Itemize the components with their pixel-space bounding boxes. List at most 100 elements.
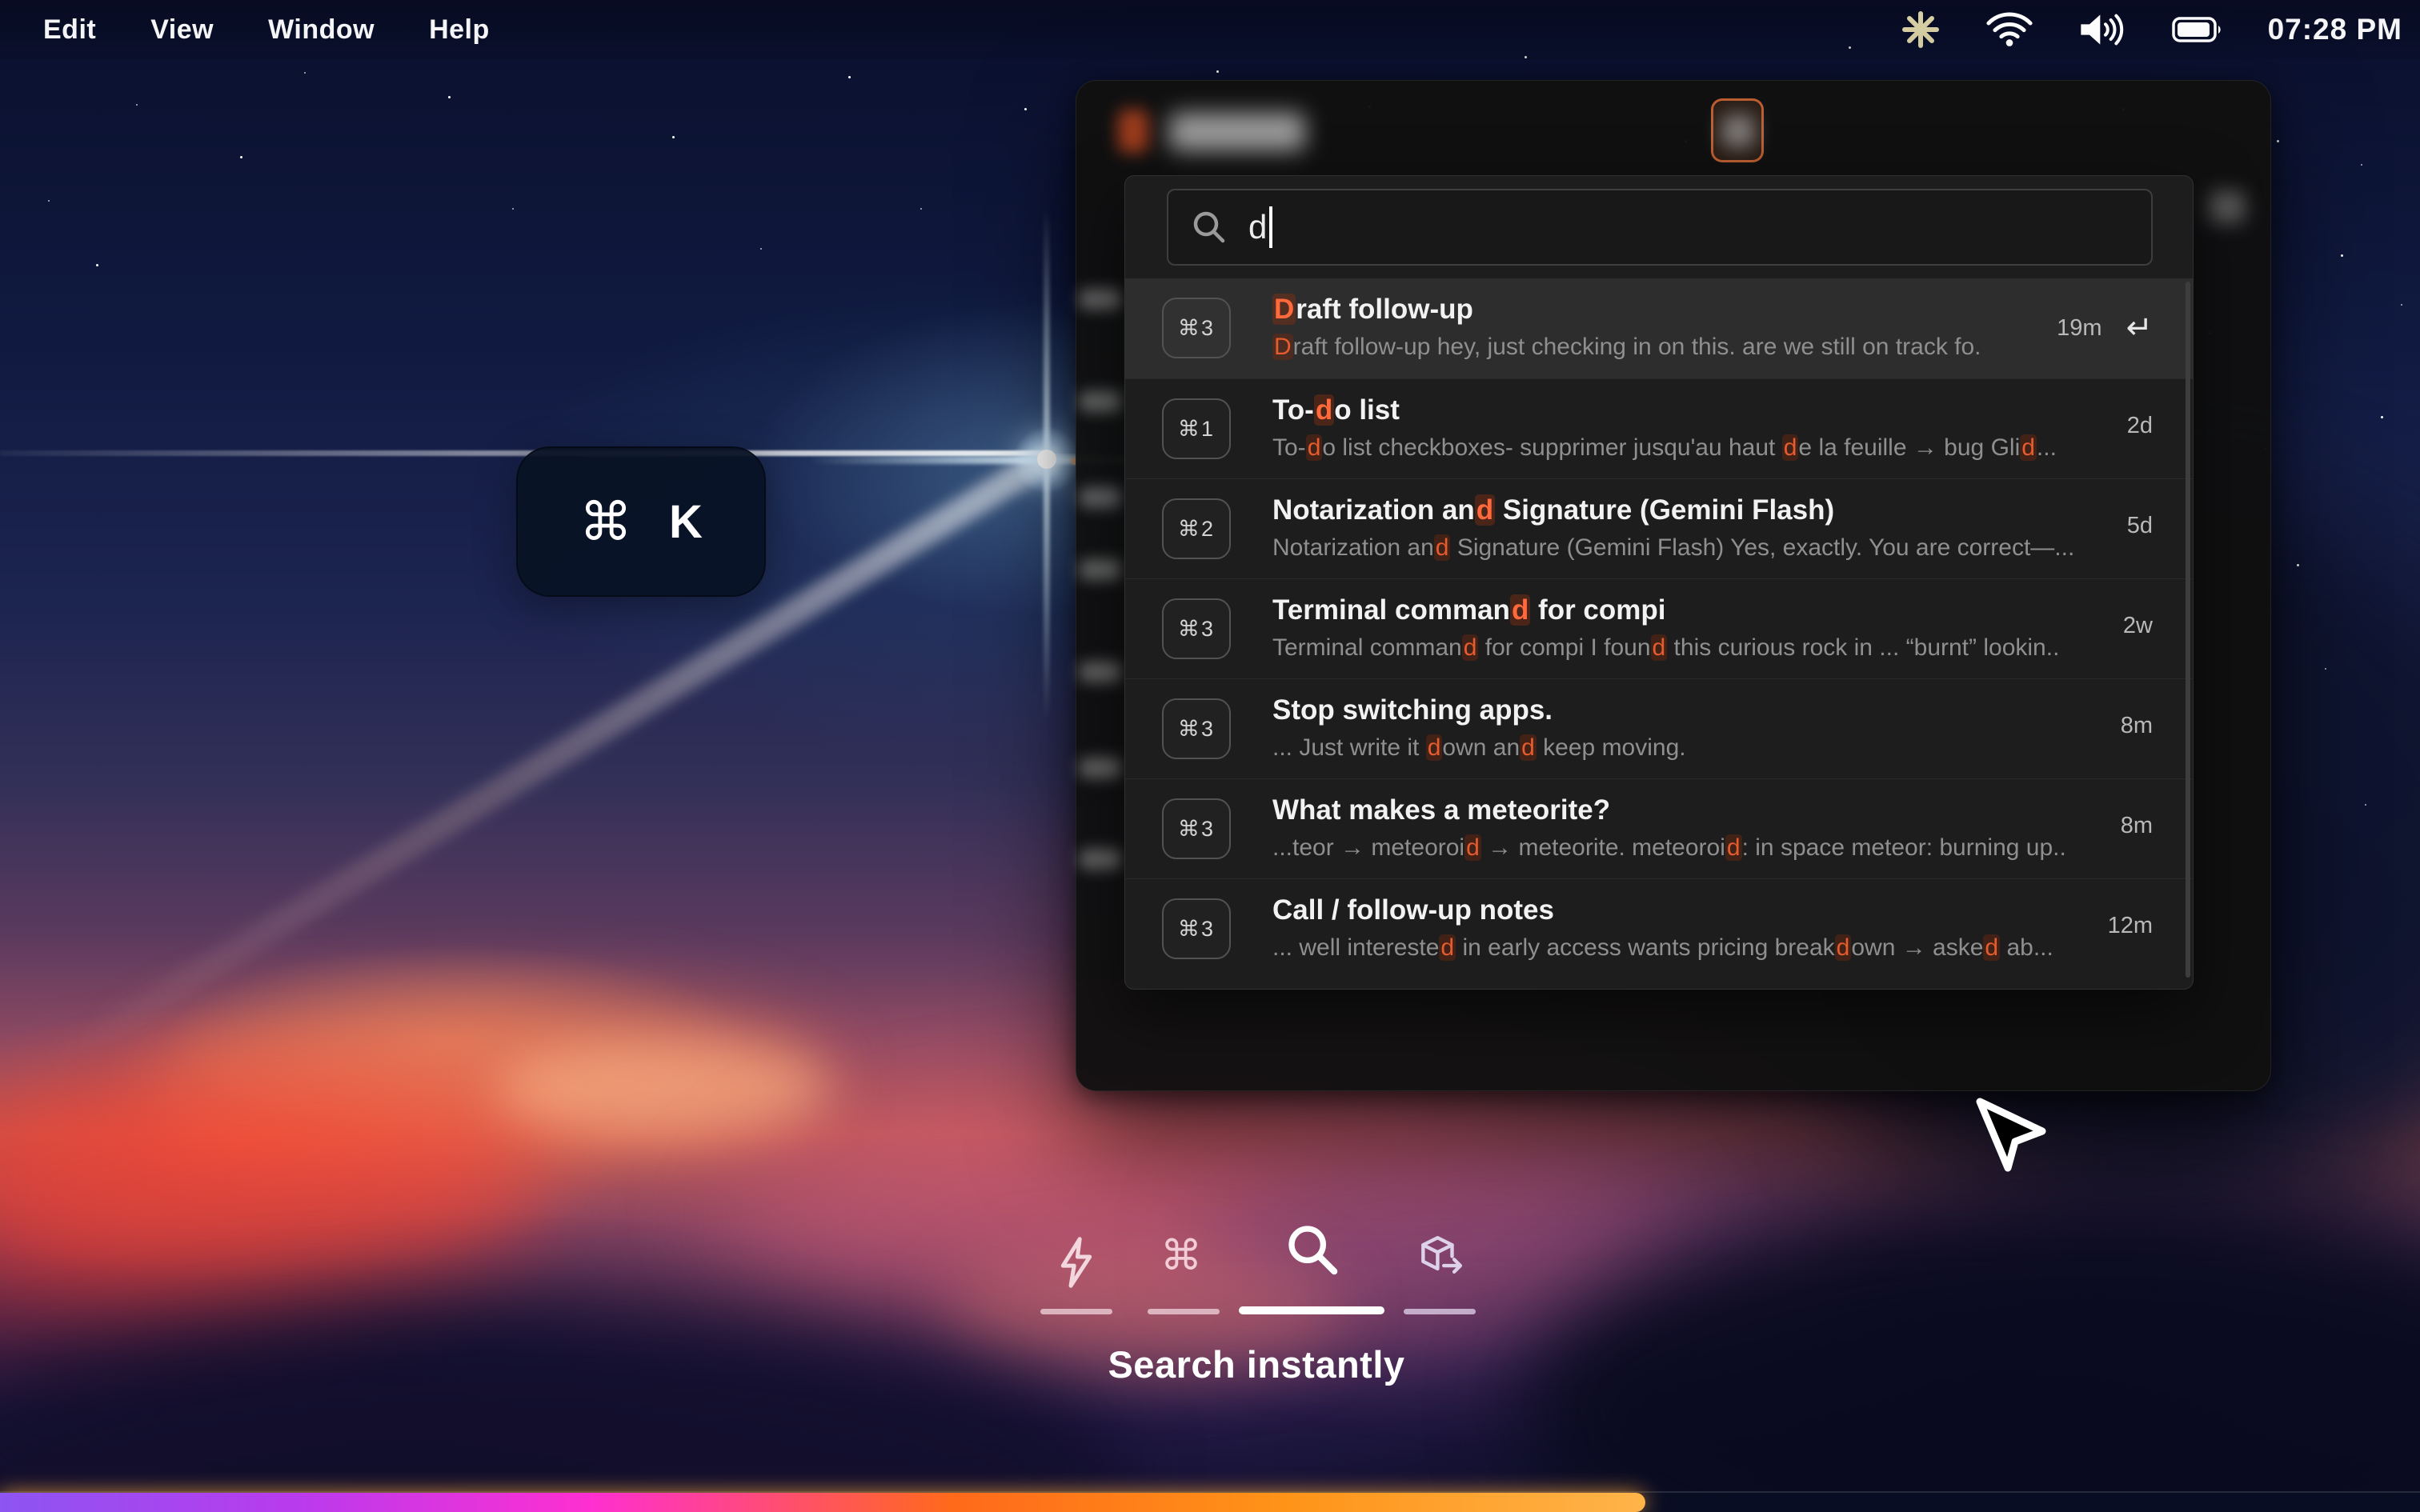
menu-item-window[interactable]: Window bbox=[268, 14, 375, 46]
result-meta: 2d bbox=[2127, 413, 2153, 439]
result-time: 2d bbox=[2126, 413, 2153, 438]
step-underline bbox=[1148, 1309, 1220, 1314]
menu-button-blurred[interactable] bbox=[2210, 191, 2245, 223]
result-shortcut-badge: ⌘3 bbox=[1162, 598, 1231, 659]
result-row[interactable]: ⌘3 Terminal command for compi Terminal c… bbox=[1125, 578, 2193, 678]
lens-flare-core bbox=[1037, 450, 1056, 469]
result-row[interactable]: ⌘3 What makes a meteorite? ...teor → met… bbox=[1125, 778, 2193, 878]
status-area: 07:28 PM bbox=[1900, 9, 2402, 50]
match-highlight: d bbox=[1509, 594, 1531, 626]
match-highlight: d bbox=[1425, 734, 1443, 761]
result-texts: Terminal command for compi Terminal comm… bbox=[1272, 592, 2104, 666]
result-title: Stop switching apps. bbox=[1272, 694, 1553, 726]
result-time: 5d bbox=[2126, 513, 2153, 538]
menu-item-view[interactable]: View bbox=[150, 14, 214, 46]
result-meta: 2w bbox=[2123, 613, 2153, 639]
mouse-cursor bbox=[1976, 1098, 2046, 1172]
sidebar-item-blurred bbox=[1080, 487, 1121, 508]
result-texts: Notarization and Signature (Gemini Flash… bbox=[1272, 492, 2108, 566]
app-icon-blurred bbox=[1118, 110, 1148, 153]
zap-icon[interactable] bbox=[1055, 1237, 1098, 1288]
clock: 07:28 PM bbox=[2267, 13, 2402, 46]
result-shortcut-badge: ⌘3 bbox=[1162, 898, 1231, 959]
search-query: d bbox=[1248, 208, 1268, 246]
progress-fill bbox=[0, 1493, 1646, 1512]
result-title: Notarization and Signature (Gemini Flash… bbox=[1272, 494, 1835, 526]
cloud bbox=[496, 1040, 832, 1136]
sidebar-item-blurred bbox=[1080, 849, 1121, 870]
result-title: What makes a meteorite? bbox=[1272, 794, 1611, 826]
scrollbar[interactable] bbox=[2186, 282, 2190, 978]
sidebar-item-blurred bbox=[1080, 662, 1121, 682]
step-underline bbox=[1040, 1309, 1112, 1314]
sidebar-item-blurred bbox=[1080, 289, 1121, 310]
result-subtitle: To-do list checkboxes- supprimer jusqu'a… bbox=[1272, 434, 2057, 461]
text-caret bbox=[1269, 206, 1273, 248]
result-texts: What makes a meteorite? ...teor → meteor… bbox=[1272, 792, 2101, 866]
wifi-icon[interactable] bbox=[1986, 12, 2033, 47]
command-icon[interactable]: ⌘ bbox=[1160, 1232, 1202, 1280]
result-shortcut-badge: ⌘1 bbox=[1162, 398, 1231, 459]
asterisk-icon[interactable] bbox=[1900, 9, 1941, 50]
search-step-icon[interactable] bbox=[1285, 1222, 1341, 1278]
match-highlight: d bbox=[1650, 634, 1668, 661]
result-subtitle: Draft follow-up hey, just checking in on… bbox=[1272, 334, 1981, 360]
result-meta: 12m bbox=[2108, 913, 2153, 939]
result-meta: 8m bbox=[2121, 813, 2153, 839]
result-time: 8m bbox=[2120, 713, 2153, 738]
match-highlight: D bbox=[1272, 334, 1293, 360]
result-shortcut-badge: ⌘3 bbox=[1162, 698, 1231, 759]
result-meta: 5d bbox=[2127, 513, 2153, 539]
result-time: 12m bbox=[2107, 913, 2153, 938]
sidebar-item-blurred bbox=[1080, 758, 1121, 778]
result-title: Draft follow-up bbox=[1272, 294, 1473, 325]
match-highlight: d bbox=[1433, 534, 1451, 561]
match-highlight: d bbox=[1834, 934, 1852, 961]
result-texts: Call / follow-up notes ... well interest… bbox=[1272, 892, 2089, 966]
result-row[interactable]: ⌘3 Stop switching apps. ... Just write i… bbox=[1125, 678, 2193, 778]
result-row[interactable]: ⌘3 Draft follow-up Draft follow-up hey, … bbox=[1125, 278, 2193, 378]
toolbar-button-active[interactable] bbox=[1711, 98, 1764, 162]
result-texts: Stop switching apps. ... Just write it d… bbox=[1272, 692, 2101, 766]
palette-window: d ⌘3 Draft follow-up Draft follow-up hey… bbox=[1076, 80, 2271, 1091]
result-row[interactable]: ⌘2 Notarization and Signature (Gemini Fl… bbox=[1125, 478, 2193, 578]
search-input[interactable]: d bbox=[1167, 189, 2153, 266]
menu-item-help[interactable]: Help bbox=[429, 14, 490, 46]
match-highlight: d bbox=[1461, 634, 1479, 661]
sidebar-item-blurred bbox=[1080, 559, 1121, 580]
result-meta: 19m ↵ bbox=[2057, 312, 2153, 344]
cmd-k-shortcut-badge: ⌘ K bbox=[516, 446, 766, 597]
progress-track bbox=[0, 1491, 2420, 1512]
match-highlight: d bbox=[1439, 934, 1456, 961]
result-time: 19m bbox=[2057, 314, 2102, 341]
sidebar-item-blurred bbox=[1080, 391, 1121, 412]
match-highlight: d bbox=[1313, 394, 1335, 426]
toolbar-button-glyph-blurred bbox=[1722, 115, 1754, 147]
result-subtitle: Terminal command for compi I found this … bbox=[1272, 634, 2060, 661]
battery-icon[interactable] bbox=[2171, 16, 2223, 43]
match-highlight: d bbox=[1781, 434, 1799, 461]
horizon-light-streak bbox=[0, 450, 1048, 456]
result-row[interactable]: ⌘1 To-do list To-do list checkboxes- sup… bbox=[1125, 378, 2193, 478]
result-time: 2w bbox=[2122, 613, 2153, 638]
command-glyph: ⌘ bbox=[579, 491, 633, 551]
match-highlight: D bbox=[1272, 294, 1296, 325]
result-shortcut-badge: ⌘3 bbox=[1162, 298, 1231, 358]
step-underline-active bbox=[1239, 1306, 1384, 1314]
result-row[interactable]: ⌘3 Call / follow-up notes ... well inter… bbox=[1125, 878, 2193, 978]
volume-icon[interactable] bbox=[2077, 10, 2127, 49]
menu-item-edit[interactable]: Edit bbox=[43, 14, 96, 46]
result-shortcut-badge: ⌘3 bbox=[1162, 798, 1231, 859]
match-highlight: d bbox=[1983, 934, 2001, 961]
result-title: Terminal command for compi bbox=[1272, 594, 1666, 626]
result-title: To-do list bbox=[1272, 394, 1400, 426]
match-highlight: d bbox=[1520, 734, 1537, 761]
result-subtitle: ...teor → meteoroid → meteorite. meteoro… bbox=[1272, 834, 2066, 861]
result-title: Call / follow-up notes bbox=[1272, 894, 1554, 926]
match-highlight: d bbox=[1725, 834, 1742, 861]
menu-items: Edit View Window Help bbox=[43, 14, 490, 46]
result-texts: Draft follow-up Draft follow-up hey, jus… bbox=[1272, 291, 2037, 365]
package-export-icon[interactable] bbox=[1415, 1234, 1464, 1283]
return-key-icon: ↵ bbox=[2126, 310, 2153, 346]
result-subtitle: ... Just write it down and keep moving. bbox=[1272, 734, 1686, 761]
